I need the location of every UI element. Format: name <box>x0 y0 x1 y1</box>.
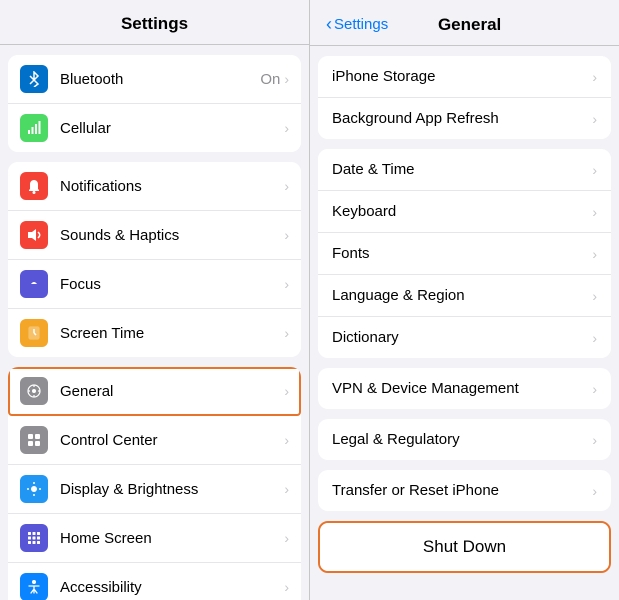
screentime-label: Screen Time <box>60 325 284 342</box>
right-settings-list: iPhone Storage › Background App Refresh … <box>310 46 619 600</box>
controlcenter-icon <box>20 426 48 454</box>
sounds-label: Sounds & Haptics <box>60 227 284 244</box>
cellular-chevron: › <box>284 120 289 136</box>
notifications-chevron: › <box>284 178 289 194</box>
right-section-legal: Legal & Regulatory › <box>318 419 611 460</box>
general-chevron: › <box>284 383 289 399</box>
iphone-storage-chevron: › <box>592 69 597 85</box>
settings-list: Bluetooth On › Cellular › <box>0 45 309 600</box>
transfer-chevron: › <box>592 483 597 499</box>
sidebar-item-notifications[interactable]: Notifications › <box>8 162 301 211</box>
focus-label: Focus <box>60 276 284 293</box>
right-item-date-time[interactable]: Date & Time › <box>318 149 611 191</box>
bluetooth-value: On <box>260 71 280 88</box>
right-section-transfer: Transfer or Reset iPhone › <box>318 470 611 511</box>
accessibility-label: Accessibility <box>60 579 284 596</box>
background-refresh-label: Background App Refresh <box>332 110 592 127</box>
keyboard-chevron: › <box>592 204 597 220</box>
bluetooth-icon <box>20 65 48 93</box>
display-icon <box>20 475 48 503</box>
right-item-legal[interactable]: Legal & Regulatory › <box>318 419 611 460</box>
left-panel-header: Settings <box>0 0 309 45</box>
dictionary-label: Dictionary <box>332 329 592 346</box>
shutdown-section: Shut Down <box>318 521 611 573</box>
right-section-storage: iPhone Storage › Background App Refresh … <box>318 56 611 139</box>
bluetooth-label: Bluetooth <box>60 71 260 88</box>
dictionary-chevron: › <box>592 330 597 346</box>
shutdown-button[interactable]: Shut Down <box>320 523 609 571</box>
sidebar-item-accessibility[interactable]: Accessibility › <box>8 563 301 600</box>
right-item-dictionary[interactable]: Dictionary › <box>318 317 611 358</box>
legal-label: Legal & Regulatory <box>332 431 592 448</box>
sidebar-item-sounds[interactable]: Sounds & Haptics › <box>8 211 301 260</box>
accessibility-chevron: › <box>284 579 289 595</box>
left-title: Settings <box>121 14 188 33</box>
left-panel: Settings Bluetooth On › <box>0 0 310 600</box>
accessibility-icon <box>20 573 48 600</box>
right-panel: ‹ Settings General iPhone Storage › Back… <box>310 0 619 600</box>
language-label: Language & Region <box>332 287 592 304</box>
back-chevron-icon: ‹ <box>326 14 332 35</box>
shutdown-label: Shut Down <box>423 537 506 557</box>
sidebar-item-display[interactable]: Display & Brightness › <box>8 465 301 514</box>
right-item-keyboard[interactable]: Keyboard › <box>318 191 611 233</box>
controlcenter-chevron: › <box>284 432 289 448</box>
section-connectivity: Bluetooth On › Cellular › <box>8 55 301 152</box>
sidebar-item-cellular[interactable]: Cellular › <box>8 104 301 152</box>
fonts-label: Fonts <box>332 245 592 262</box>
focus-icon <box>20 270 48 298</box>
notifications-label: Notifications <box>60 178 284 195</box>
transfer-label: Transfer or Reset iPhone <box>332 482 592 499</box>
sidebar-item-general[interactable]: General › <box>8 367 301 416</box>
sidebar-item-focus[interactable]: Focus › <box>8 260 301 309</box>
notifications-icon <box>20 172 48 200</box>
sidebar-item-homescreen[interactable]: Home Screen › <box>8 514 301 563</box>
legal-chevron: › <box>592 432 597 448</box>
display-chevron: › <box>284 481 289 497</box>
section-alerts: Notifications › Sounds & Haptics › <box>8 162 301 357</box>
right-section-locale: Date & Time › Keyboard › Fonts › Languag… <box>318 149 611 358</box>
right-panel-header: ‹ Settings General <box>310 0 619 46</box>
right-item-background-refresh[interactable]: Background App Refresh › <box>318 98 611 139</box>
bluetooth-chevron: › <box>284 71 289 87</box>
date-time-chevron: › <box>592 162 597 178</box>
general-icon <box>20 377 48 405</box>
display-label: Display & Brightness <box>60 481 284 498</box>
sidebar-item-controlcenter[interactable]: Control Center › <box>8 416 301 465</box>
section-system: General › Control Center › <box>8 367 301 600</box>
vpn-label: VPN & Device Management <box>332 380 592 397</box>
language-chevron: › <box>592 288 597 304</box>
screentime-icon <box>20 319 48 347</box>
sidebar-item-bluetooth[interactable]: Bluetooth On › <box>8 55 301 104</box>
vpn-chevron: › <box>592 381 597 397</box>
right-item-vpn[interactable]: VPN & Device Management › <box>318 368 611 409</box>
homescreen-chevron: › <box>284 530 289 546</box>
right-item-language[interactable]: Language & Region › <box>318 275 611 317</box>
keyboard-label: Keyboard <box>332 203 592 220</box>
cellular-label: Cellular <box>60 120 284 137</box>
right-section-vpn: VPN & Device Management › <box>318 368 611 409</box>
focus-chevron: › <box>284 276 289 292</box>
sounds-chevron: › <box>284 227 289 243</box>
right-item-iphone-storage[interactable]: iPhone Storage › <box>318 56 611 98</box>
homescreen-label: Home Screen <box>60 530 284 547</box>
iphone-storage-label: iPhone Storage <box>332 68 592 85</box>
homescreen-icon <box>20 524 48 552</box>
date-time-label: Date & Time <box>332 161 592 178</box>
controlcenter-label: Control Center <box>60 432 284 449</box>
sidebar-item-screentime[interactable]: Screen Time › <box>8 309 301 357</box>
right-item-fonts[interactable]: Fonts › <box>318 233 611 275</box>
back-label: Settings <box>334 16 388 33</box>
back-button[interactable]: ‹ Settings <box>326 14 388 35</box>
cellular-icon <box>20 114 48 142</box>
fonts-chevron: › <box>592 246 597 262</box>
sounds-icon <box>20 221 48 249</box>
general-label: General <box>60 383 284 400</box>
background-refresh-chevron: › <box>592 111 597 127</box>
screentime-chevron: › <box>284 325 289 341</box>
right-item-transfer[interactable]: Transfer or Reset iPhone › <box>318 470 611 511</box>
right-panel-title: General <box>396 15 543 35</box>
